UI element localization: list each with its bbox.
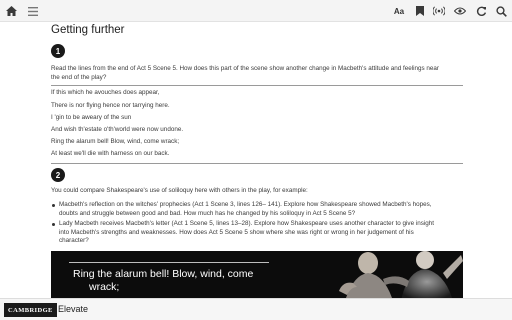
poem-line: There is nor flying hence nor tarrying h…: [51, 102, 170, 109]
question-1-line: the end of the play?: [51, 74, 107, 81]
list-item-line: Lady Macbeth receives Macbeth's letter (…: [59, 220, 435, 227]
page-title: Getting further: [51, 24, 125, 36]
list-item-line: doubts and struggle between good and bad…: [59, 209, 356, 217]
comparison-list: Macbeth's reflection on the witches' pro…: [51, 201, 463, 248]
poem-line: If this which he avouches does appear,: [51, 89, 160, 96]
list-item-line: into Macbeth's strengths and weaknesses.…: [59, 228, 414, 236]
list-item: Lady Macbeth receives Macbeth's letter (…: [51, 220, 463, 246]
question-2-intro: You could compare Shakespeare's use of s…: [51, 187, 308, 194]
poem-line: And wish th'estate o'th'world were now u…: [51, 126, 184, 133]
list-item-line: character?: [59, 237, 89, 244]
divider: [51, 85, 463, 86]
top-toolbar: Aa: [0, 0, 512, 22]
reader-content: Getting further 1 Read the lines from th…: [0, 22, 512, 298]
poem-line: I 'gin to be aweary of the sun: [51, 114, 132, 121]
search-icon[interactable]: [493, 3, 509, 19]
video-caption: Ring the alarum bell! Blow, wind, come w…: [73, 268, 313, 294]
poem-line: Ring the alarum bell! Blow, wind, come w…: [51, 138, 180, 145]
actors-photo: [323, 251, 463, 298]
home-icon[interactable]: [3, 3, 19, 19]
list-item: Macbeth's reflection on the witches' pro…: [51, 201, 463, 218]
list-item-line: Macbeth's reflection on the witches' pro…: [59, 201, 432, 208]
video-caption-line: wrack;: [89, 281, 120, 293]
divider: [51, 163, 463, 164]
question-1-line: Read the lines from the end of Act 5 Sce…: [51, 65, 440, 72]
font-size-icon[interactable]: Aa: [390, 3, 408, 19]
refresh-icon[interactable]: [473, 3, 489, 19]
bookmark-icon[interactable]: [412, 3, 428, 19]
video-banner[interactable]: Ring the alarum bell! Blow, wind, come w…: [51, 251, 463, 298]
audio-icon[interactable]: [431, 3, 447, 19]
footer-bar: CAMBRIDGE Elevate: [0, 298, 512, 320]
menu-icon[interactable]: [25, 3, 41, 19]
video-caption-line: Ring the alarum bell! Blow, wind, come: [73, 268, 254, 280]
view-icon[interactable]: [452, 3, 468, 19]
poem-line: At least we'll die with harness on our b…: [51, 150, 170, 157]
font-size-label: Aa: [393, 6, 405, 16]
question-number-2: 2: [51, 168, 65, 182]
product-name: Elevate: [58, 304, 89, 314]
publisher-logo: CAMBRIDGE: [4, 303, 57, 317]
caption-rule: [69, 262, 269, 263]
question-1-text: Read the lines from the end of Act 5 Sce…: [51, 64, 463, 82]
question-number-1: 1: [51, 44, 65, 58]
